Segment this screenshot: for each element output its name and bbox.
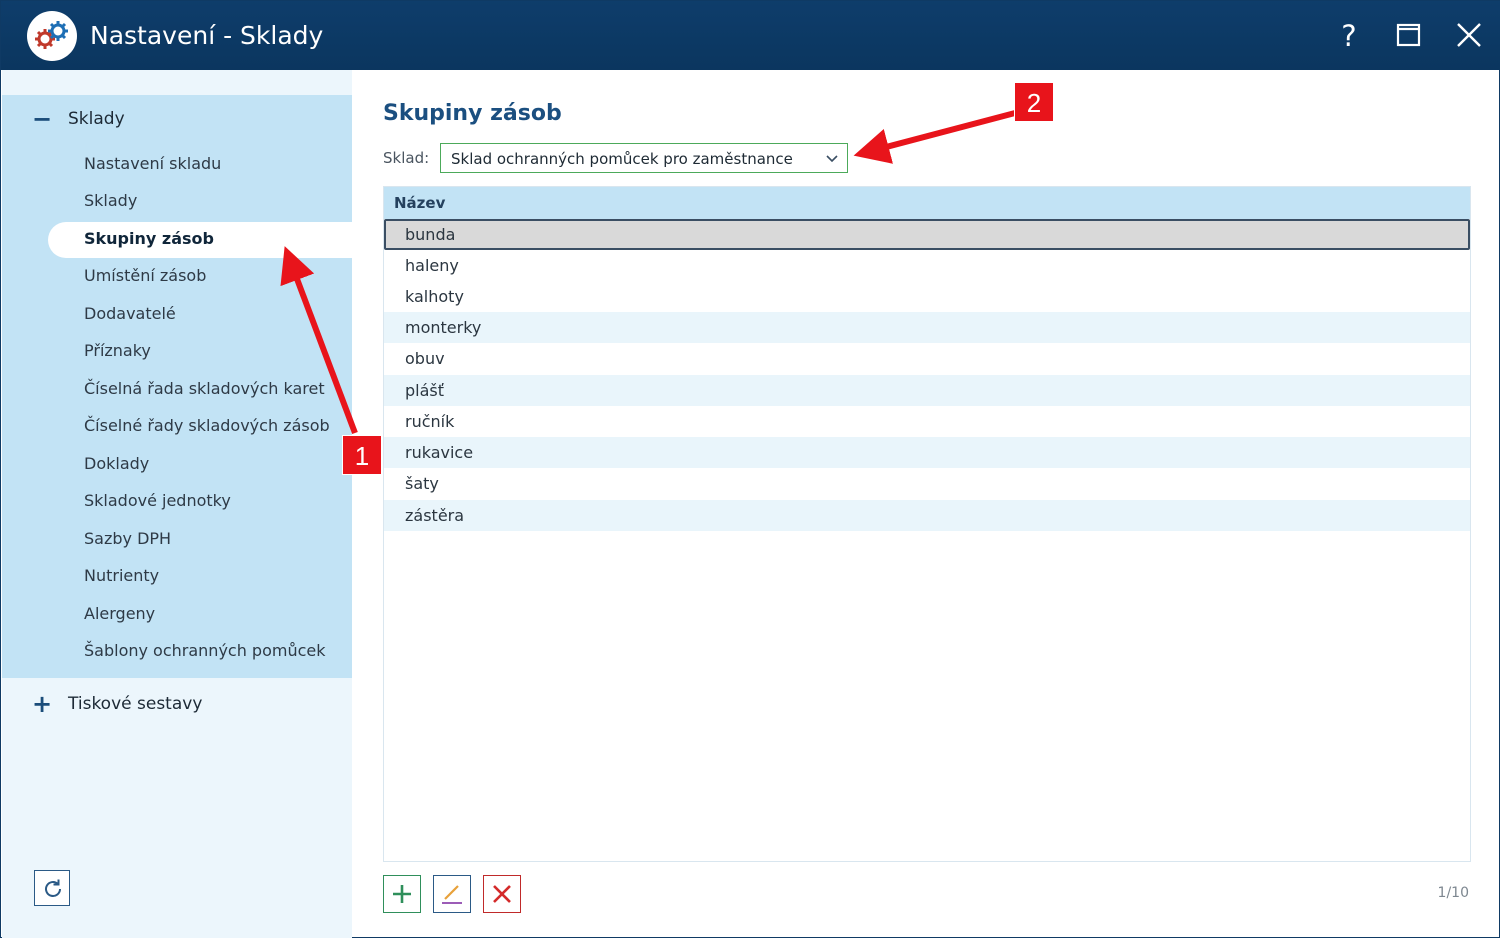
annotation-arrows: [280, 110, 1016, 435]
annotation-callout-1: 1: [342, 435, 382, 475]
arrow-1: [280, 246, 358, 435]
annotation-callout-2: 2: [1014, 82, 1054, 122]
arrow-2: [853, 110, 1016, 164]
settings-window: Nastavení - Sklady ? − Sklady Nastavení …: [0, 0, 1500, 938]
